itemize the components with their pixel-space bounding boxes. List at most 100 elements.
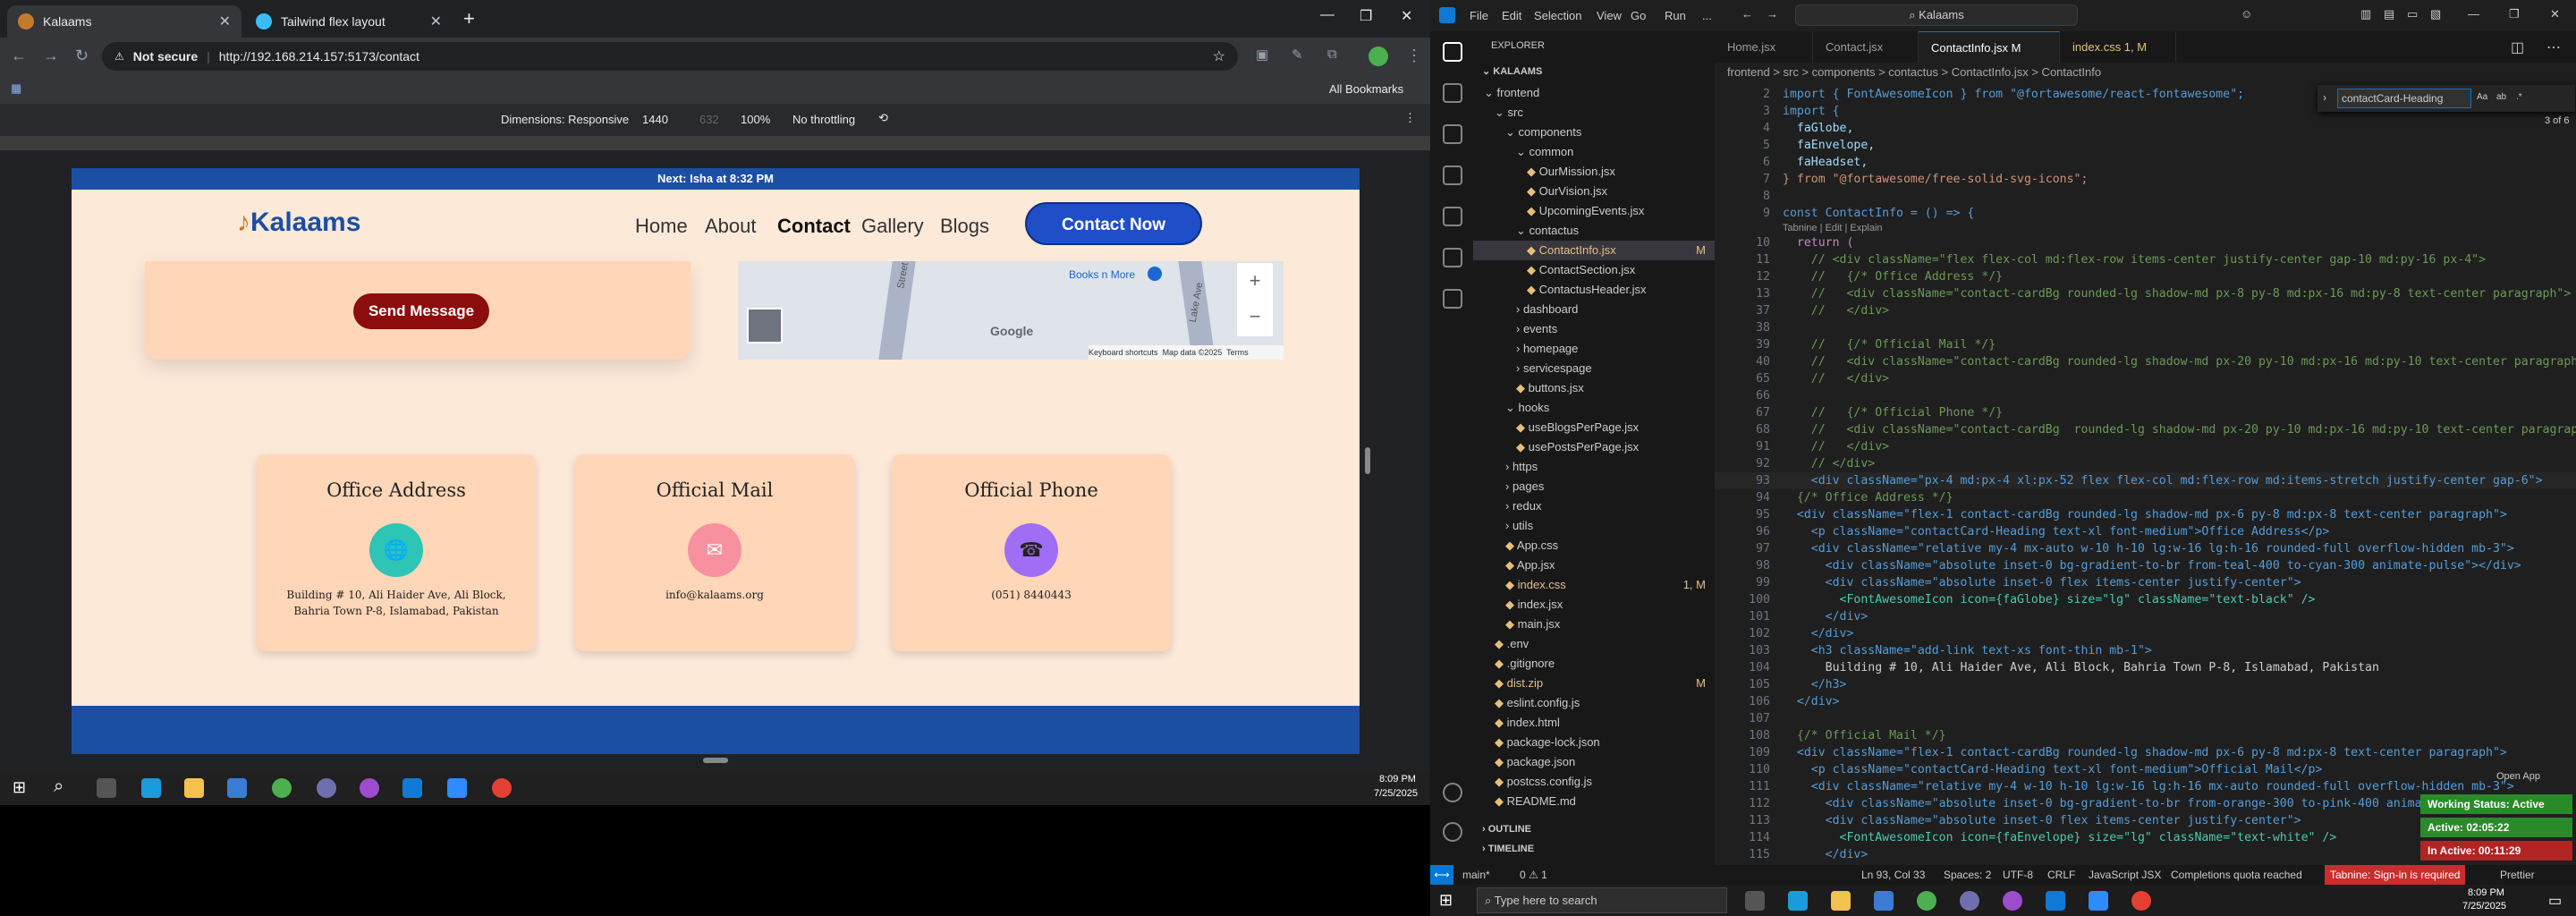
github-desktop-icon[interactable] (1960, 891, 1979, 911)
code-line[interactable]: 66 (1715, 387, 2576, 404)
maximize-icon[interactable]: ❐ (1360, 7, 1372, 25)
search-icon[interactable] (1443, 83, 1462, 103)
regex-icon[interactable]: .* (2516, 92, 2522, 102)
indentation[interactable]: Spaces: 2 (1944, 865, 1991, 885)
code-line[interactable]: 101 </div> (1715, 608, 2576, 625)
notification-icon[interactable]: ▭ (2548, 892, 2562, 910)
code-line[interactable]: 99 <div className="absolute inset-0 flex… (1715, 574, 2576, 591)
find-input[interactable]: contactCard-Heading (2337, 89, 2471, 108)
code-line[interactable]: 6 faHeadset, (1715, 154, 2576, 171)
code-line[interactable]: 110 <p className="contactCard-Heading te… (1715, 761, 2576, 778)
menu-run[interactable]: Run (1665, 9, 1686, 22)
code-line[interactable]: 38 (1715, 319, 2576, 336)
source-control-icon[interactable] (1443, 124, 1462, 144)
timeline-section[interactable]: › TIMELINE (1482, 844, 1534, 854)
remote-icon[interactable]: ⟷ (1430, 865, 1453, 885)
tree-item[interactable]: ⌄ common (1473, 142, 1715, 162)
copilot-icon[interactable]: ☺ (2241, 7, 2252, 21)
maximize-icon[interactable]: ❐ (2509, 7, 2520, 21)
prettier-status[interactable]: Prettier (2500, 865, 2535, 885)
code-line[interactable]: 95 <div className="flex-1 contact-cardBg… (1715, 506, 2576, 523)
copilot-quota[interactable]: Completions quota reached (2171, 865, 2302, 885)
settings-gear-icon[interactable] (1443, 822, 1462, 842)
code-line[interactable]: 39 // {/* Official Mail */} (1715, 336, 2576, 353)
problems-count[interactable]: 0 ⚠ 1 (1520, 865, 1547, 885)
vscode-icon[interactable] (402, 778, 422, 798)
tree-item[interactable]: ◆ ContactSection.jsx (1473, 260, 1715, 280)
code-line[interactable]: 91 // </div> (1715, 438, 2576, 455)
tree-item[interactable]: ⌄ frontend (1473, 83, 1715, 103)
nav-home[interactable]: Home (635, 215, 688, 238)
tab-index-css[interactable]: index.css 1, M (2060, 31, 2176, 63)
tree-item[interactable]: › redux (1473, 496, 1715, 516)
whole-word-icon[interactable]: ab (2496, 92, 2506, 102)
close-window-icon[interactable]: ✕ (2550, 7, 2560, 21)
site-logo[interactable]: ♪Kalaams (237, 208, 360, 238)
tree-item[interactable]: ◆ package-lock.json (1473, 733, 1715, 752)
google-map[interactable]: Street Lake Ave Books n More + − Google … (738, 261, 1284, 360)
github-icon[interactable] (1443, 248, 1462, 267)
close-window-icon[interactable]: ✕ (1401, 7, 1412, 25)
tree-item[interactable]: ◆ .env (1473, 634, 1715, 654)
profile-avatar[interactable] (1368, 47, 1388, 66)
code-line[interactable]: 106 </div> (1715, 693, 2576, 710)
tree-item[interactable]: ◆ eslint.config.js (1473, 693, 1715, 713)
tabnine-icon[interactable] (1443, 289, 1462, 309)
tree-item[interactable]: › pages (1473, 477, 1715, 496)
tree-item[interactable]: › dashboard (1473, 300, 1715, 319)
taskbar-search[interactable]: ⌕ Type here to search (1477, 887, 1727, 913)
menu-edit[interactable]: Edit (1502, 9, 1521, 22)
tabnine-status[interactable]: Tabnine: Sign-in is required (2325, 865, 2466, 885)
tree-item[interactable]: ◆ OurMission.jsx (1473, 162, 1715, 182)
tree-item[interactable]: ◆ UpcomingEvents.jsx (1473, 201, 1715, 221)
tree-item[interactable]: ⌄ src (1473, 103, 1715, 123)
code-line[interactable]: 12 // {/* Office Address */} (1715, 268, 2576, 285)
chevron-right-icon[interactable]: › (2323, 91, 2326, 104)
clock-time[interactable]: 8:09 PM (2468, 887, 2504, 898)
tree-item[interactable]: › servicespage (1473, 359, 1715, 378)
tree-item[interactable]: ◆ README.md (1473, 792, 1715, 811)
tree-item[interactable]: › homepage (1473, 339, 1715, 359)
tree-item[interactable]: ◆ ContactInfo.jsx M (1473, 241, 1715, 260)
minimize-icon[interactable]: — (2468, 7, 2479, 21)
open-app-link[interactable]: Open App (2496, 771, 2540, 782)
code-line[interactable]: 68 // <div className="contact-cardBg rou… (1715, 421, 2576, 438)
secondary-sidebar-icon[interactable]: ▧ (2430, 7, 2441, 21)
line-ending[interactable]: CRLF (2047, 865, 2075, 885)
github-icon[interactable] (360, 778, 379, 798)
back-icon[interactable]: ← (1741, 7, 1753, 21)
rotate-icon[interactable]: ⟲ (878, 111, 888, 125)
keyboard-shortcuts-link[interactable]: Keyboard shortcuts (1089, 348, 1158, 357)
nav-blogs[interactable]: Blogs (940, 215, 989, 238)
extension-icon[interactable]: ▣ (1256, 47, 1268, 63)
store-icon[interactable] (227, 778, 247, 798)
file-explorer-icon[interactable] (184, 778, 204, 798)
code-line[interactable]: 67 // {/* Official Phone */} (1715, 404, 2576, 421)
code-line[interactable]: 111 <div className="relative my-4 w-10 h… (1715, 778, 2576, 795)
code-line[interactable]: 102 </div> (1715, 625, 2576, 642)
codelens-actions[interactable]: Tabnine | Edit | Explain (1783, 222, 1883, 234)
tree-item[interactable]: ◆ usePostsPerPage.jsx (1473, 437, 1715, 457)
sidebar-toggle-icon[interactable]: ▤ (2384, 7, 2394, 21)
encoding[interactable]: UTF-8 (2003, 865, 2033, 885)
search-icon[interactable]: ⌕ (54, 776, 64, 797)
tab-tailwind[interactable]: Tailwind flex layout ✕ (245, 5, 453, 38)
map-place-label[interactable]: Books n More (1069, 268, 1135, 281)
code-line[interactable]: 109 <div className="flex-1 contact-cardB… (1715, 744, 2576, 761)
not-secure-label[interactable]: Not secure (133, 49, 198, 64)
back-icon[interactable]: ← (11, 47, 27, 65)
close-tab-icon[interactable]: ✕ (219, 13, 231, 30)
menu-selection[interactable]: Selection (1534, 9, 1581, 22)
language-mode[interactable]: JavaScript JSX (2089, 865, 2161, 885)
tree-item[interactable]: ◆ main.jsx (1473, 615, 1715, 634)
code-line[interactable]: 5 faEnvelope, (1715, 137, 2576, 154)
send-message-button[interactable]: Send Message (353, 293, 489, 329)
split-editor-icon[interactable]: ◫ (2511, 38, 2524, 56)
tree-item[interactable]: ◆ dist.zip M (1473, 674, 1715, 693)
explorer-icon[interactable] (1443, 42, 1462, 62)
code-line[interactable]: 97 <div className="relative my-4 mx-auto… (1715, 540, 2576, 557)
tree-item[interactable]: › events (1473, 319, 1715, 339)
menu-more[interactable]: ... (1702, 9, 1712, 22)
resize-handle-right[interactable] (1365, 447, 1370, 474)
bookmark-star-icon[interactable]: ☆ (1213, 47, 1225, 65)
